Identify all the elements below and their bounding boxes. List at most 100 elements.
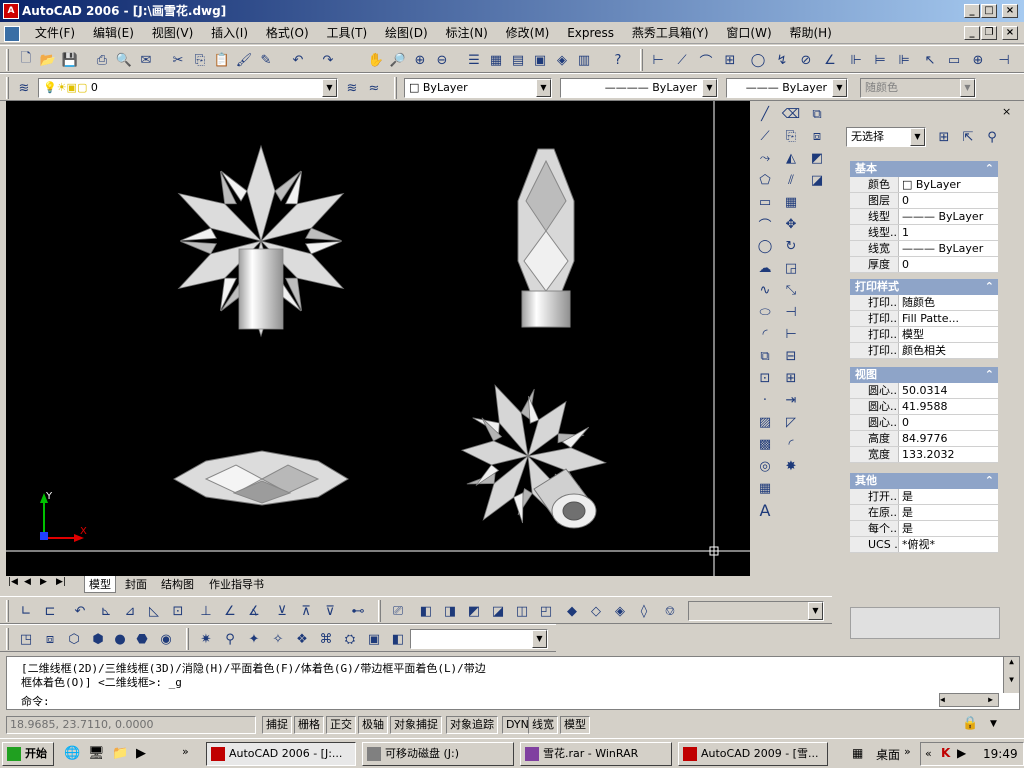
gradient-icon[interactable]: ▩ [755,434,775,454]
center-mark-icon[interactable]: ⊕ [968,50,988,70]
publish-icon[interactable]: ✉ [136,50,156,70]
insert-block-icon[interactable]: ⧉ [755,346,775,366]
close-button[interactable]: × [1002,4,1018,18]
drawing-viewport[interactable]: Y X [6,101,750,576]
chamfer-icon[interactable]: ◸ [781,412,801,432]
toolbar-grip[interactable] [186,628,189,650]
menu-tools[interactable]: 工具(T) [320,22,375,44]
tab-structure[interactable]: 结构图 [158,576,197,592]
ucs-y-icon[interactable]: ⊼ [296,601,316,621]
property-row[interactable]: 打开... 是 [850,489,998,505]
model-toggle[interactable]: 模型 [560,716,590,734]
property-row[interactable]: 每个... 是 [850,521,998,537]
tab-nav-last-icon[interactable]: ▶| [56,577,66,587]
minimize-button[interactable]: _ [964,4,980,18]
property-row[interactable]: 打印... 模型 [850,327,998,343]
move-icon[interactable]: ✥ [781,214,801,234]
property-row[interactable]: 圆心... 0 [850,415,998,431]
left-view-icon[interactable]: ◩ [464,601,484,621]
materials-library-icon[interactable]: ❖ [292,629,312,649]
menu-modify[interactable]: 修改(M) [499,22,557,44]
document-icon[interactable] [4,25,20,42]
ucs-origin-icon[interactable]: ⊥ [196,601,216,621]
ucs-face-icon[interactable]: ◺ [144,601,164,621]
front-view-icon[interactable]: ◫ [512,601,532,621]
ne-iso-icon[interactable]: ◈ [610,601,630,621]
copy-object-icon[interactable]: ⎘ [781,126,801,146]
quick-dim-icon[interactable]: ⊩ [846,50,866,70]
media-player-icon[interactable]: ▶ [136,746,146,761]
task-autocad-2006[interactable]: AutoCAD 2006 - [J:... [206,742,356,766]
command-window[interactable]: [二维线框(2D)/三维线框(3D)/消隐(H)/平面着色(F)/体着色(G)/… [6,656,1020,710]
fillet-icon[interactable]: ◜ [781,434,801,454]
zoom-realtime-icon[interactable]: 🔎 [388,50,408,70]
tool-palettes-icon[interactable]: ▤ [508,50,528,70]
snowflake-front-view[interactable] [172,450,349,506]
chevron-down-icon[interactable]: ▼ [832,79,847,97]
show-desktop-icon[interactable]: 🖥 [88,746,105,761]
dim-edit-icon[interactable]: ⊣ [994,50,1014,70]
property-row[interactable]: 宽度 133.2032 [850,447,998,463]
clock[interactable]: 19:49 [983,747,1018,761]
sheet-set-icon[interactable]: ▣ [530,50,550,70]
menu-edit[interactable]: 编辑(E) [86,22,141,44]
section-header[interactable]: 视图 ⌃ [850,367,998,383]
ucs-icon-btn[interactable]: ∟ [16,601,36,621]
plot-preview-icon[interactable]: 🔍 [114,50,134,70]
command-scrollbar[interactable]: ▲ ▼ [1003,657,1019,693]
desktop-toolbar[interactable]: 桌面 [876,746,900,763]
view-dropdown[interactable]: ▼ [688,601,824,621]
ucs-x-icon[interactable]: ⊻ [272,601,292,621]
dim-arc-icon[interactable]: ⌒ [696,50,716,70]
menu-draw[interactable]: 绘图(D) [378,22,435,44]
menu-file[interactable]: 文件(F) [28,22,82,44]
named-ucs-icon[interactable]: ⊏ [40,601,60,621]
named-views-icon[interactable]: ⎚ [388,601,408,621]
ucs-world-icon[interactable]: ⊾ [96,601,116,621]
tab-nav-next-icon[interactable]: ▶ [40,577,47,587]
tab-nav-prev-icon[interactable]: ◀ [24,577,31,587]
chevron-down-icon[interactable]: ▼ [808,602,823,620]
chevron-down-icon[interactable]: ▼ [532,630,547,648]
toolbar-grip[interactable] [6,49,9,71]
background-icon[interactable]: ⛭ [340,629,360,649]
menu-express[interactable]: Express [560,22,621,44]
dim-aligned-icon[interactable]: ⟋ [672,50,692,70]
collapse-icon[interactable]: ⌃ [985,367,998,383]
2d-wireframe-icon[interactable]: ◳ [16,629,36,649]
property-row[interactable]: 颜色 □ ByLayer [850,177,998,193]
start-button[interactable]: 开始 [2,742,54,766]
flat-shaded-icon[interactable]: ⬢ [88,629,108,649]
antivirus-icon[interactable]: K [941,746,950,760]
property-row[interactable]: 打印... 随颜色 [850,295,998,311]
extend-icon[interactable]: ⊢ [781,324,801,344]
multiline-text-icon[interactable]: A [755,500,775,520]
toolbar-grip[interactable] [640,49,643,71]
save-icon[interactable]: 💾 [60,50,80,70]
quicklaunch-more-icon[interactable]: » [182,745,189,758]
dim-ordinate-icon[interactable]: ⊞ [720,50,740,70]
lock-icon[interactable]: 🔒 [962,716,978,731]
property-row[interactable]: 圆心... 41.9588 [850,399,998,415]
design-center-icon[interactable]: ▦ [486,50,506,70]
zoom-window-icon[interactable]: ⊕ [410,50,430,70]
dim-jogged-icon[interactable]: ↯ [772,50,792,70]
fog-icon[interactable]: ▣ [364,629,384,649]
qleader-icon[interactable]: ↖ [920,50,940,70]
3d-wireframe-icon[interactable]: ⧈ [40,629,60,649]
stretch-icon[interactable]: ⤡ [781,280,801,300]
new-icon[interactable]: 🗋 [16,50,36,70]
rotate-icon[interactable]: ↻ [781,236,801,256]
snowflake-side-view[interactable] [517,148,575,328]
back-view-icon[interactable]: ◰ [536,601,556,621]
plotstyle-dropdown[interactable]: 随颜色 ▼ [860,78,976,98]
menu-window[interactable]: 窗口(W) [719,22,778,44]
chevron-down-icon[interactable]: ▼ [910,128,925,146]
ucs-3point-icon[interactable]: ∡ [244,601,264,621]
lineweight-toggle[interactable]: 线宽 [528,716,558,734]
calculator-tray-icon[interactable]: ▦ [852,746,863,760]
menu-view[interactable]: 视图(V) [145,22,201,44]
snap-toggle[interactable]: 捕捉 [262,716,292,734]
ucs-object-icon[interactable]: ⊿ [120,601,140,621]
hatch-icon[interactable]: ▨ [755,412,775,432]
